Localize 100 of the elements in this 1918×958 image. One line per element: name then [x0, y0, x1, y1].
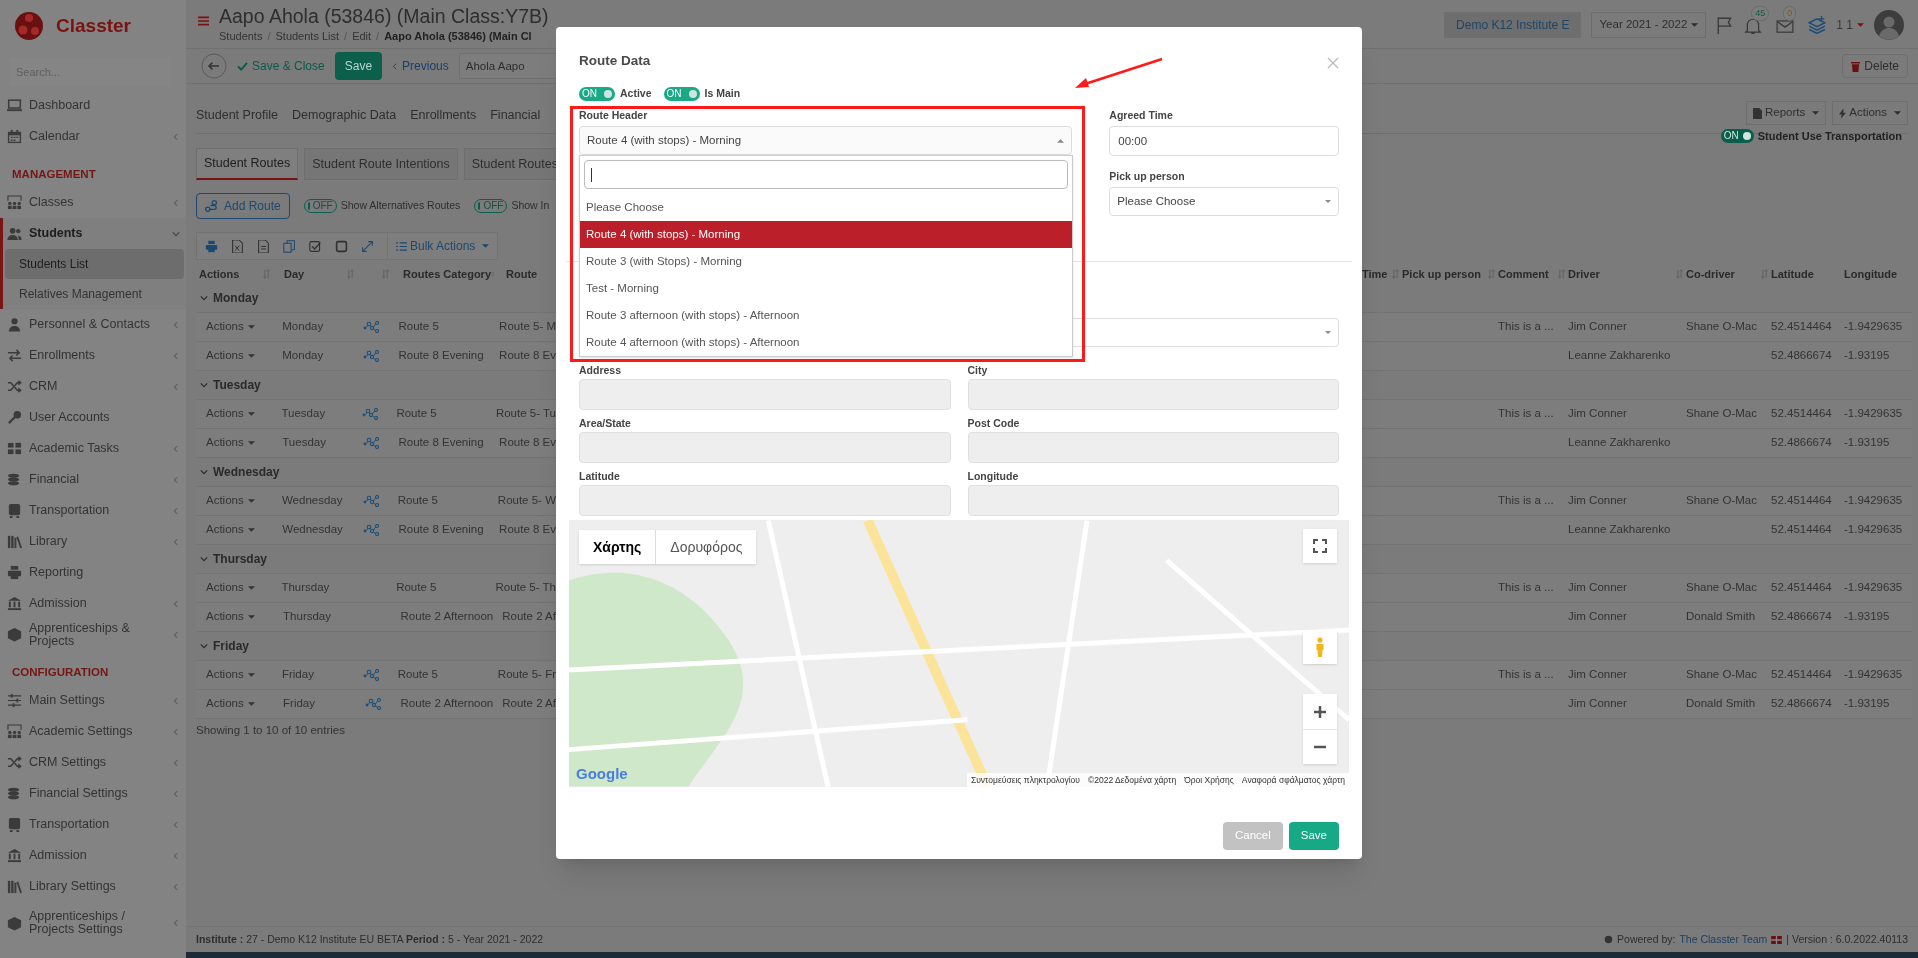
actions-dropdown[interactable]: Actions: [206, 405, 255, 423]
network-icon[interactable]: [362, 495, 379, 507]
toggle-switch[interactable]: ON: [663, 87, 700, 102]
column-header[interactable]: Longitude: [1844, 265, 1898, 283]
flag-icon[interactable]: [1716, 15, 1735, 34]
dropdown-search-field[interactable]: [584, 160, 1068, 189]
sidebar-item[interactable]: Reporting: [3, 557, 186, 588]
dropdown-option[interactable]: Route 3 (with Stops) - Morning: [580, 248, 1072, 275]
breadcrumb-link[interactable]: Students: [219, 28, 263, 45]
printer-icon[interactable]: [205, 239, 218, 253]
dropdown-option[interactable]: Route 4 (with stops) - Morning: [580, 221, 1072, 248]
toggle-switch[interactable]: ON: [1720, 129, 1754, 144]
layers-icon[interactable]: [1808, 15, 1827, 34]
sidebar-item[interactable]: Admission: [3, 588, 186, 619]
sidebar-item[interactable]: Transportation: [3, 809, 186, 840]
save-button[interactable]: Save: [334, 52, 383, 80]
sidebar-item[interactable]: Library Settings: [3, 871, 186, 902]
actions-dropdown[interactable]: Actions: [1832, 101, 1908, 125]
toggle-switch[interactable]: ON: [579, 87, 615, 102]
network-icon[interactable]: [363, 321, 380, 333]
save-button[interactable]: Save: [1288, 822, 1339, 850]
actions-dropdown[interactable]: Actions: [206, 695, 255, 713]
spreadsheet-icon[interactable]: [231, 239, 244, 253]
back-icon[interactable]: [201, 53, 227, 79]
sidebar-item[interactable]: CRM Settings: [3, 747, 186, 778]
column-header[interactable]: Actions: [199, 265, 240, 283]
avatar-icon[interactable]: [1874, 9, 1904, 40]
fullscreen-button[interactable]: [1303, 529, 1337, 563]
network-icon[interactable]: [363, 350, 380, 362]
sidebar-item[interactable]: Dashboard: [3, 90, 186, 121]
sidebar-item[interactable]: Academic Tasks: [3, 433, 186, 464]
actions-dropdown[interactable]: Actions: [206, 492, 255, 510]
network-icon[interactable]: [361, 408, 378, 420]
map-type-tab[interactable]: Χάρτης: [579, 530, 656, 564]
actions-dropdown[interactable]: Actions: [206, 434, 255, 452]
map-attribution-link[interactable]: Συντομεύσεις πληκτρολογίου: [970, 773, 1080, 787]
user-menu[interactable]: 1 1: [1836, 15, 1864, 34]
sidebar-item[interactable]: Academic Settings: [3, 716, 186, 747]
network-icon[interactable]: [363, 524, 380, 536]
tab[interactable]: Student Profile: [196, 106, 278, 125]
delete-button[interactable]: Delete: [1842, 54, 1908, 78]
checkbox-icon[interactable]: [309, 239, 322, 253]
expand-icon[interactable]: [361, 239, 374, 253]
sidebar-item[interactable]: Students: [3, 218, 186, 249]
subtab[interactable]: Student Routes: [196, 148, 299, 180]
column-header[interactable]: Time: [1362, 265, 1388, 283]
network-icon[interactable]: [363, 437, 380, 449]
sidebar-item[interactable]: Enrollments: [3, 340, 186, 371]
team-link[interactable]: The Classter Team: [1679, 931, 1768, 948]
sidebar-item[interactable]: Financial Settings: [3, 778, 186, 809]
sidebar-item[interactable]: CRM: [3, 371, 186, 402]
route-header-select[interactable]: Route 4 (with stops) - Morning: [579, 126, 1073, 155]
copy-icon[interactable]: [283, 239, 296, 253]
year-dropdown[interactable]: Year 2021 - 2022: [1591, 11, 1707, 38]
column-header[interactable]: Routes Category: [403, 265, 492, 283]
sidebar-item[interactable]: Personnel & Contacts: [3, 309, 186, 340]
sidebar-item[interactable]: Classes: [3, 187, 186, 218]
sidebar-item[interactable]: Admission: [3, 840, 186, 871]
dropdown-option[interactable]: Route 3 afternoon (with stops) - Afternoon: [580, 302, 1072, 329]
actions-dropdown[interactable]: Actions: [206, 608, 255, 626]
tab[interactable]: Enrollments: [410, 106, 477, 125]
tab[interactable]: Financial: [490, 106, 541, 125]
subtab[interactable]: Student Route Intentions: [304, 148, 458, 180]
column-header[interactable]: Driver: [1568, 265, 1600, 283]
sidebar-item[interactable]: Apprenticeships & Projects: [3, 619, 186, 650]
dropdown-option[interactable]: Test - Morning: [580, 275, 1072, 302]
actions-dropdown[interactable]: Actions: [206, 666, 255, 684]
map-attribution-link[interactable]: Αναφορά σφάλματος χάρτη: [1241, 773, 1345, 787]
sidebar-subitem[interactable]: Relatives Management: [5, 279, 184, 309]
sidebar-item[interactable]: Library: [3, 526, 186, 557]
column-header[interactable]: Co-driver: [1686, 265, 1735, 283]
institute-button[interactable]: Demo K12 Institute E: [1444, 11, 1582, 38]
square-icon[interactable]: [335, 239, 348, 253]
column-header[interactable]: Day: [284, 265, 305, 283]
network-icon[interactable]: [365, 698, 382, 710]
sidebar-item[interactable]: Apprenticeships / Projects Settings: [3, 902, 186, 944]
document-icon[interactable]: [257, 239, 270, 253]
add-route-button[interactable]: Add Route: [196, 193, 290, 219]
tab[interactable]: Demographic Data: [292, 106, 397, 125]
actions-dropdown[interactable]: Actions: [206, 347, 255, 365]
network-icon[interactable]: [362, 669, 379, 681]
close-icon[interactable]: [1327, 57, 1339, 69]
reports-dropdown[interactable]: Reports: [1746, 101, 1827, 125]
bell-icon[interactable]: [1744, 16, 1763, 35]
sidebar-item[interactable]: User Accounts: [3, 402, 186, 433]
dropdown-option[interactable]: Route 4 afternoon (with stops) - Afternoon: [580, 329, 1072, 356]
pickup-person-select[interactable]: Please Choose: [1109, 187, 1339, 216]
dropdown-option[interactable]: Please Choose: [580, 194, 1072, 221]
actions-dropdown[interactable]: Actions: [206, 318, 255, 336]
street-view-button[interactable]: [1303, 630, 1337, 664]
sidebar-item[interactable]: Transportation: [3, 495, 186, 526]
menu-icon[interactable]: [198, 16, 209, 26]
map-attribution-link[interactable]: ©2022 Δεδομένα χάρτη: [1088, 773, 1177, 787]
previous-button[interactable]: Previous: [392, 57, 449, 75]
breadcrumb-link[interactable]: Students List: [275, 28, 340, 45]
sidebar-item[interactable]: Calendar: [3, 121, 186, 152]
sidebar-item[interactable]: Financial: [3, 464, 186, 495]
column-header[interactable]: Pick up person: [1402, 265, 1481, 283]
sidebar-subitem[interactable]: Students List: [5, 249, 184, 279]
column-header[interactable]: Comment: [1498, 265, 1549, 283]
